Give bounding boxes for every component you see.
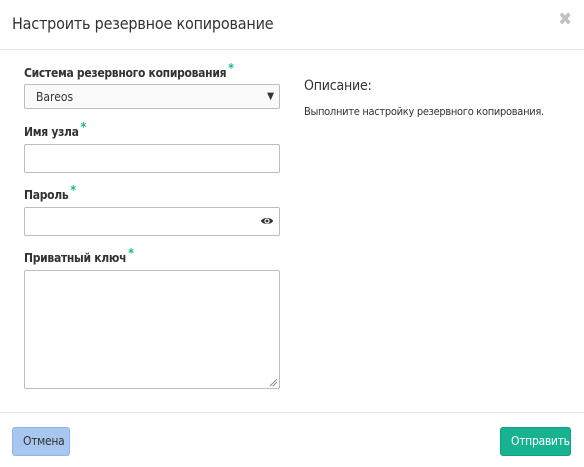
dialog-header: Настроить резервное копирование ✖ (0, 0, 584, 50)
password-group: Пароль * (24, 183, 280, 236)
resize-handle-icon[interactable] (269, 378, 278, 387)
required-mark: * (70, 183, 77, 197)
close-icon[interactable]: ✖ (558, 10, 572, 30)
hostname-input[interactable] (24, 144, 280, 173)
backup-system-group: Система резервного копирования * Bareos ▼ (24, 61, 280, 109)
backup-system-label: Система резервного копирования (24, 66, 227, 80)
description-text: Выполните настройку резервного копирован… (304, 105, 544, 118)
description-panel: Описание: Выполните настройку резервного… (304, 78, 564, 118)
backup-system-selected-value: Bareos (36, 90, 74, 104)
backup-config-dialog: Настроить резервное копирование ✖ Систем… (0, 0, 584, 467)
password-input[interactable] (24, 207, 280, 236)
chevron-down-icon: ▼ (267, 91, 274, 102)
hostname-group: Имя узла * (24, 120, 280, 173)
private-key-label: Приватный ключ (24, 251, 127, 265)
hostname-label: Имя узла (24, 125, 79, 139)
backup-system-select[interactable]: Bareos ▼ (24, 84, 280, 109)
private-key-group: Приватный ключ * (24, 246, 280, 389)
cancel-button[interactable]: Отмена (12, 427, 70, 456)
eye-icon[interactable] (260, 214, 274, 228)
required-mark: * (228, 61, 234, 75)
required-mark: * (80, 120, 87, 134)
dialog-title: Настроить резервное копирование (12, 14, 274, 33)
private-key-textarea[interactable] (24, 270, 280, 389)
description-title: Описание: (304, 78, 372, 94)
dialog-footer: Отмена Отправить (0, 412, 584, 467)
required-mark: * (128, 246, 134, 260)
password-label: Пароль (24, 188, 69, 202)
submit-button[interactable]: Отправить (500, 427, 571, 456)
